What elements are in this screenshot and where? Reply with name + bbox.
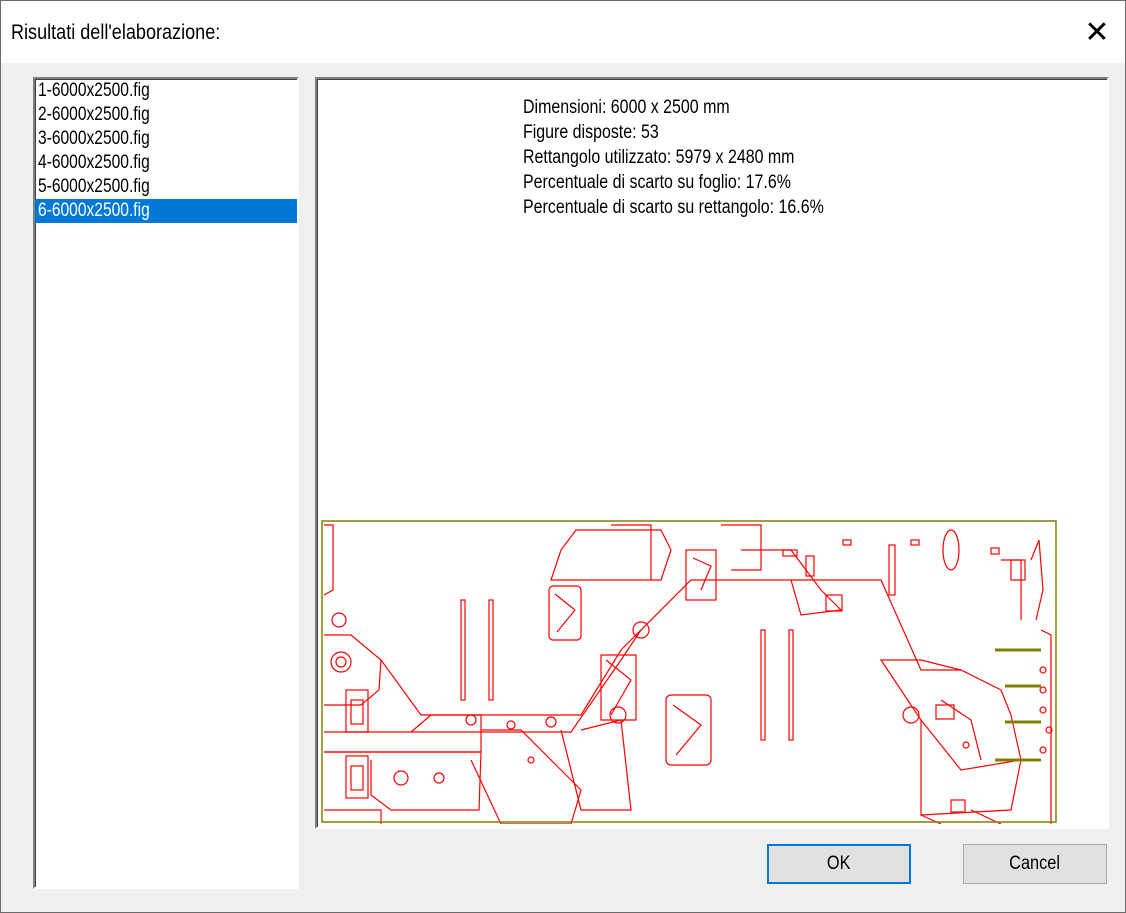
ok-button[interactable]: OK (767, 844, 911, 884)
dialog-title: Risultati dell'elaborazione: (11, 21, 221, 44)
list-item-label: 5-6000x2500.fig (38, 176, 150, 197)
rectangle-text: Rettangolo utilizzato: 5979 x 2480 mm (523, 147, 795, 168)
nested-parts (323, 524, 1053, 824)
title-bar: Risultati dell'elaborazione: ✕ (1, 1, 1125, 63)
list-item[interactable]: 2-6000x2500.fig (35, 103, 297, 127)
waste-sheet-text: Percentuale di scarto su foglio: 17.6% (523, 172, 791, 193)
list-item-label: 4-6000x2500.fig (38, 152, 150, 173)
cancel-button[interactable]: Cancel (963, 844, 1107, 884)
list-item-label: 6-6000x2500.fig (38, 200, 150, 221)
nesting-preview (321, 520, 1057, 824)
cancel-button-label: Cancel (1009, 853, 1061, 874)
list-item-label: 1-6000x2500.fig (38, 80, 150, 101)
result-info: Dimensioni: 6000 x 2500 mm Figure dispos… (523, 95, 881, 220)
results-list[interactable]: 1-6000x2500.fig 2-6000x2500.fig 3-6000x2… (33, 77, 299, 889)
list-item-selected[interactable]: 6-6000x2500.fig (35, 199, 297, 223)
list-item[interactable]: 5-6000x2500.fig (35, 175, 297, 199)
dimensions-text: Dimensioni: 6000 x 2500 mm (523, 97, 730, 118)
waste-rectangle-text: Percentuale di scarto su rettangolo: 16.… (523, 197, 824, 218)
list-item[interactable]: 4-6000x2500.fig (35, 151, 297, 175)
list-item-label: 3-6000x2500.fig (38, 128, 150, 149)
figures-text: Figure disposte: 53 (523, 122, 659, 143)
list-item[interactable]: 1-6000x2500.fig (35, 79, 297, 103)
ok-button-label: OK (827, 853, 851, 874)
list-item[interactable]: 3-6000x2500.fig (35, 127, 297, 151)
close-icon[interactable]: ✕ (1069, 1, 1125, 63)
list-item-label: 2-6000x2500.fig (38, 104, 150, 125)
preview-panel: Dimensioni: 6000 x 2500 mm Figure dispos… (315, 77, 1109, 829)
results-dialog: Risultati dell'elaborazione: ✕ 1-6000x25… (0, 0, 1126, 913)
